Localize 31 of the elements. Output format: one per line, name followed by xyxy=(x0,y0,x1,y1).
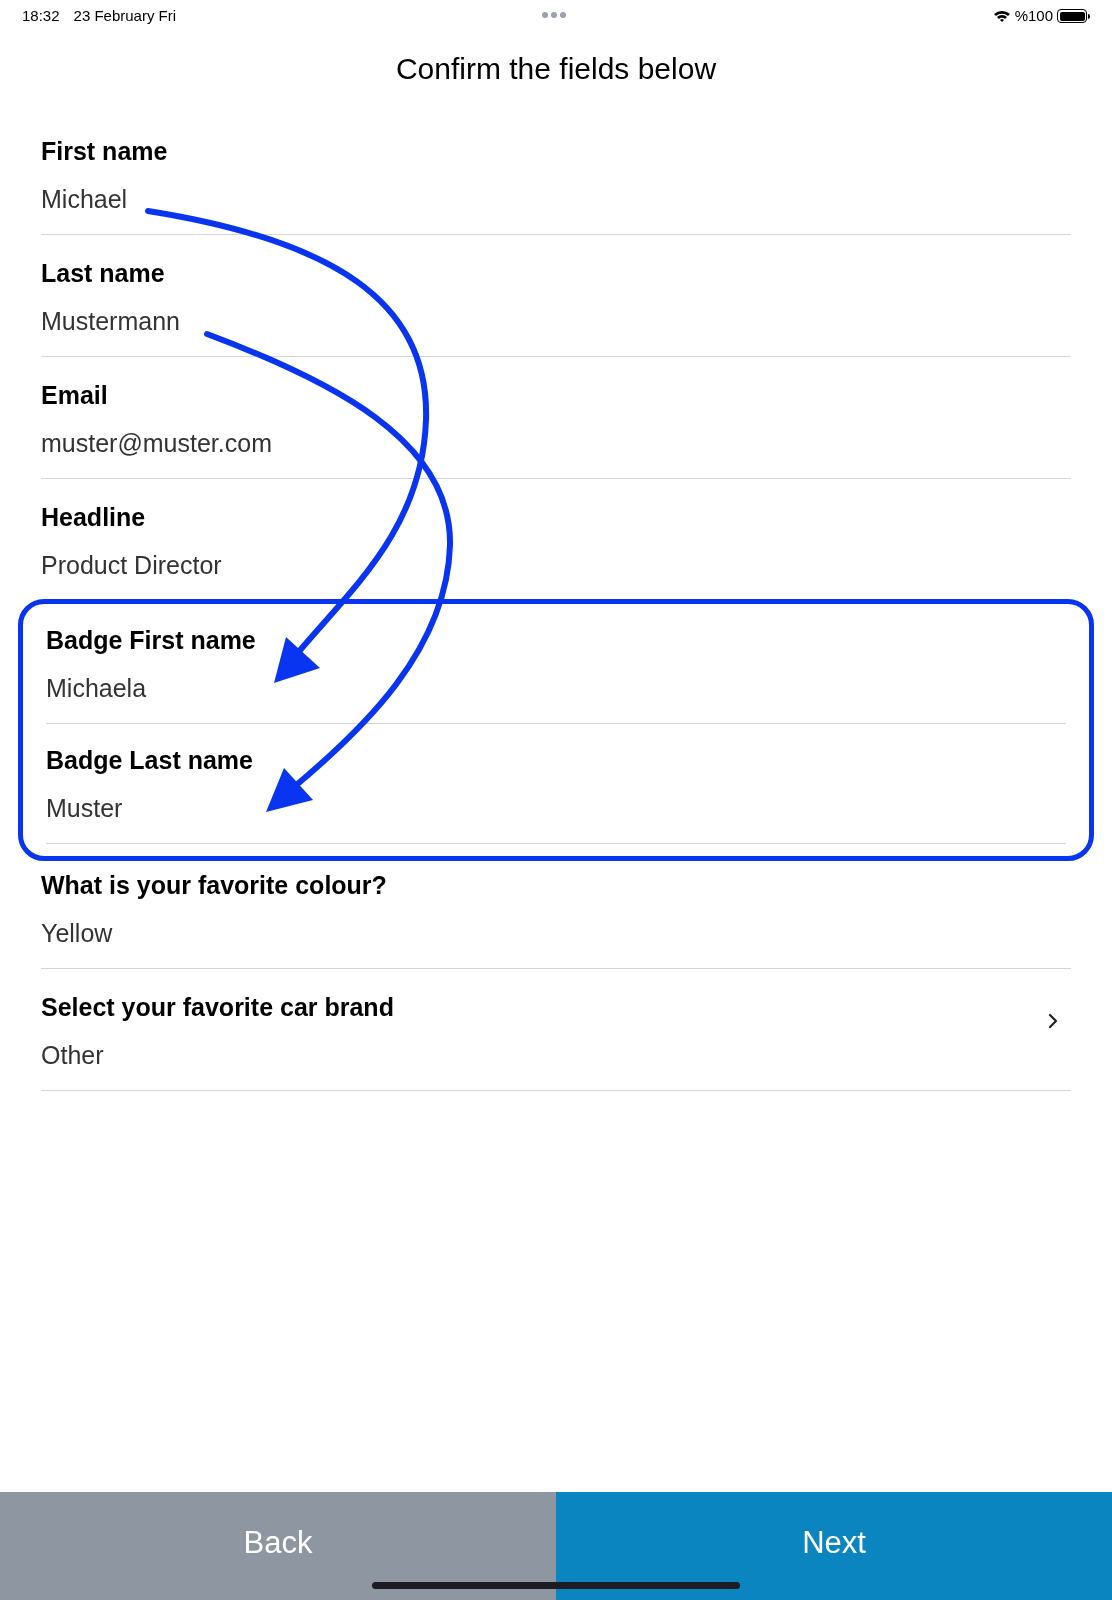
battery-icon xyxy=(1057,9,1090,23)
multitasking-dots-icon[interactable] xyxy=(542,12,566,18)
field-value: muster@muster.com xyxy=(41,428,273,459)
status-time: 18:32 xyxy=(22,5,60,26)
form-row[interactable]: Email muster@muster.com xyxy=(41,357,1071,479)
field-label: Select your favorite car brand xyxy=(41,992,395,1023)
form-row[interactable]: What is your favorite colour? Yellow xyxy=(41,847,1071,969)
form-row[interactable]: First name Michael xyxy=(41,113,1071,235)
field-value: Other xyxy=(41,1040,105,1071)
field-value: Mustermann xyxy=(41,306,181,337)
field-label: Badge Last name xyxy=(46,745,254,776)
field-label: What is your favorite colour? xyxy=(41,870,388,901)
form-row[interactable]: Select your favorite car brand Other xyxy=(41,969,1071,1091)
next-button[interactable]: Next xyxy=(556,1492,1112,1600)
page-title: Confirm the fields below xyxy=(394,51,718,87)
field-label: Badge First name xyxy=(46,625,257,656)
form-row[interactable]: Headline Product Director xyxy=(41,479,1071,601)
field-value: Michaela xyxy=(46,673,148,704)
field-value: Product Director xyxy=(41,550,223,581)
wifi-icon xyxy=(992,9,1011,23)
field-value: Michael xyxy=(41,184,129,215)
field-label: Headline xyxy=(41,502,147,533)
field-label: First name xyxy=(41,136,169,167)
status-date: 23 February Fri xyxy=(73,5,177,26)
battery-percentage: %100 xyxy=(1014,5,1053,26)
field-value: Yellow xyxy=(41,918,114,949)
field-label: Last name xyxy=(41,258,166,289)
field-value: Muster xyxy=(46,793,124,824)
field-label: Email xyxy=(41,380,109,411)
chevron-right-icon xyxy=(1047,1012,1059,1030)
form-row[interactable]: Last name Mustermann xyxy=(41,235,1071,357)
